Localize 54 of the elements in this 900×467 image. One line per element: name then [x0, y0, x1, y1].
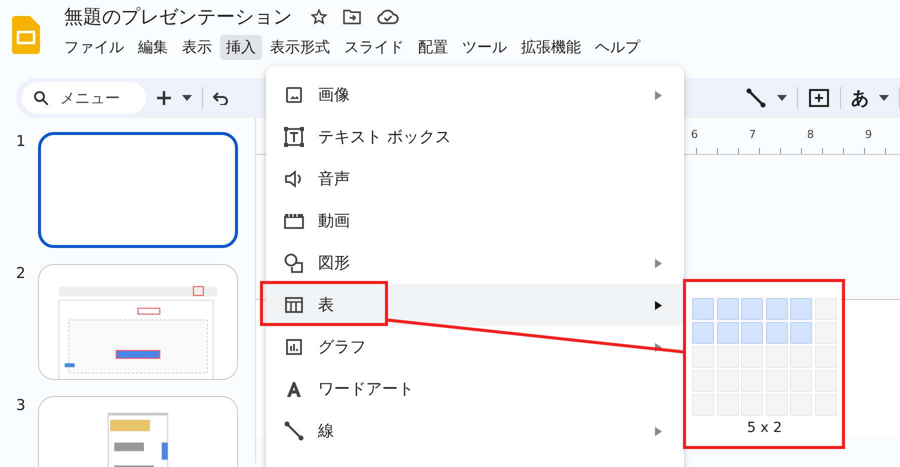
menu-item[interactable]: 表 [266, 284, 684, 326]
table-grid-cell[interactable] [790, 322, 812, 344]
line-icon [282, 421, 306, 441]
text-box-icon [282, 126, 306, 148]
slide-number: 2 [16, 264, 26, 284]
cloud-check-icon[interactable] [376, 9, 400, 25]
menu-item[interactable]: 画像 [266, 74, 684, 116]
menu-bar-item[interactable]: スライド [338, 35, 410, 60]
clapperboard-icon [282, 213, 306, 229]
caret-icon[interactable] [182, 95, 192, 101]
menu-bar-item[interactable]: 編集 [132, 35, 174, 60]
caret-icon[interactable] [777, 95, 787, 101]
menu-item[interactable]: 動画 [266, 200, 684, 242]
menu-item[interactable]: グラフ [266, 326, 684, 368]
table-size-label: 5 x 2 [746, 420, 783, 436]
menu-bar-item[interactable]: ファイル [58, 35, 130, 60]
menu-bar-item[interactable]: 拡張機能 [515, 35, 587, 60]
menu-item[interactable]: 線 [266, 410, 684, 452]
menu-bar-item[interactable]: 表示形式 [264, 35, 336, 60]
slide-thumbnail[interactable] [38, 132, 238, 248]
table-grid-cell[interactable] [766, 322, 788, 344]
table-grid-cell[interactable] [716, 322, 738, 344]
menu-bar-item[interactable]: 表示 [176, 35, 218, 60]
new-slide-icon[interactable] [156, 90, 172, 106]
menu-bar-item[interactable]: 配置 [412, 35, 454, 60]
table-grid-cell[interactable] [766, 298, 788, 320]
menu-item[interactable]: テキスト ボックス [266, 116, 684, 158]
menu-bar-item[interactable]: ツール [456, 35, 513, 60]
menu-item[interactable]: ワードアート [266, 368, 684, 410]
move-folder-icon[interactable] [342, 9, 362, 25]
menu-bar-item[interactable]: 挿入 [220, 35, 262, 60]
caret-icon[interactable] [879, 95, 889, 101]
table-icon [282, 296, 306, 314]
input-tools-button[interactable]: あ [851, 86, 869, 110]
line-icon[interactable] [745, 87, 767, 109]
table-grid-cell[interactable] [692, 322, 714, 344]
search-icon [32, 89, 50, 107]
table-grid-cell[interactable] [692, 298, 714, 320]
shapes-icon [282, 253, 306, 273]
menu-item[interactable]: 図形 [266, 242, 684, 284]
undo-icon[interactable] [213, 91, 229, 105]
star-icon[interactable] [310, 8, 328, 26]
document-title[interactable]: 無題のプレゼンテーション [64, 4, 292, 30]
menu-bar-item[interactable]: ヘルプ [589, 35, 646, 60]
menu-item[interactable]: 音声 [266, 158, 684, 200]
table-grid-cell[interactable] [741, 298, 763, 320]
slide-number: 1 [16, 132, 26, 152]
search-menus-field[interactable]: メニュー [22, 82, 146, 114]
table-grid-cell[interactable] [716, 298, 738, 320]
comment-icon[interactable] [808, 88, 830, 108]
slides-logo[interactable] [12, 16, 40, 54]
slide-number: 3 [16, 396, 26, 416]
table-grid-cell[interactable] [790, 298, 812, 320]
table-grid-cell[interactable] [741, 322, 763, 344]
